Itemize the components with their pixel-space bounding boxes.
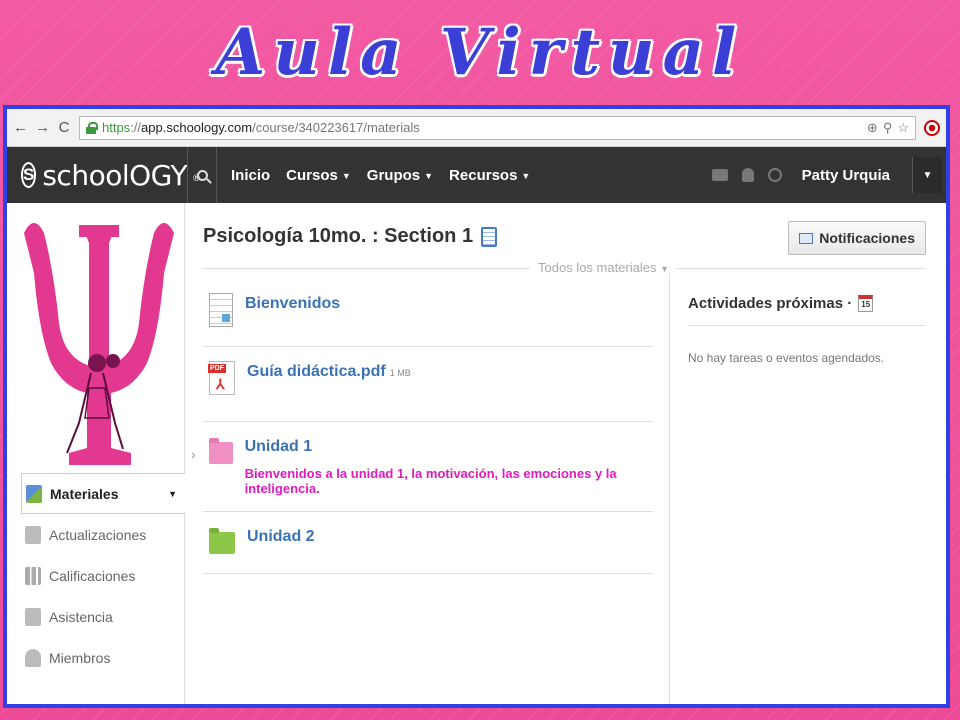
list-item: › Unidad 1 Bienvenidos a la unidad 1, la… xyxy=(191,422,653,512)
grades-icon xyxy=(25,566,41,585)
user-name[interactable]: Patty Urquia xyxy=(802,167,890,184)
folder-description: Bienvenidos a la unidad 1, la motivación… xyxy=(244,466,617,496)
list-item: Unidad 2 xyxy=(203,512,653,574)
nav-grupos[interactable]: Grupos ▼ xyxy=(367,167,433,184)
zoom-icon[interactable]: ⊕ xyxy=(867,120,878,136)
updates-icon xyxy=(25,525,41,544)
course-title-text: Psicología 10mo. : Section 1 xyxy=(203,225,474,247)
back-arrow-icon[interactable]: ← xyxy=(13,119,28,136)
header-right: Patty Urquia ▼ xyxy=(711,157,946,193)
upcoming-heading: Actividades próximas · 15 xyxy=(688,295,874,312)
forward-arrow-icon[interactable]: → xyxy=(35,119,50,136)
calendar-icon[interactable]: 15 xyxy=(858,295,874,312)
screenshot-frame: ← → C https://app.schoology.com/course/3… xyxy=(3,105,950,708)
sidebar-menu: Materiales ▼ Actualizaciones Calificacio… xyxy=(21,473,185,678)
logo-text: schoolOGY xyxy=(42,158,188,192)
upcoming-title: Actividades próximas · xyxy=(688,295,853,312)
sidebar-item-actualizaciones[interactable]: Actualizaciones xyxy=(21,514,183,555)
material-link[interactable]: Bienvenidos xyxy=(245,295,340,313)
user-menu-button[interactable]: ▼ xyxy=(912,157,942,193)
materials-list: Bienvenidos PDF ⅄ Guía didáctica.pdf 1 MB … xyxy=(191,279,653,574)
main-panel: Psicología 10mo. : Section 1 Notificacio… xyxy=(185,203,946,704)
pdf-icon: PDF ⅄ xyxy=(208,361,235,395)
material-link[interactable]: Unidad 2 xyxy=(247,528,315,546)
chevron-down-icon: ▼ xyxy=(424,170,434,181)
sidebar-item-miembros[interactable]: Miembros xyxy=(21,637,183,678)
upcoming-empty-text: No hay tareas o eventos agendados. xyxy=(688,351,885,365)
nav-inicio-label: Inicio xyxy=(231,166,271,184)
nav-cursos[interactable]: Cursos ▼ xyxy=(286,167,351,184)
folder-icon xyxy=(209,528,235,554)
nav-grupos-label: Grupos xyxy=(366,166,421,184)
material-link[interactable]: Unidad 1 xyxy=(245,438,653,456)
sidebar-item-label: Materiales xyxy=(50,485,119,502)
star-icon[interactable]: ☆ xyxy=(897,120,909,136)
url-path: /course/340223617/materials xyxy=(252,120,420,135)
url-host: app.schoology.com xyxy=(141,120,253,135)
mail-icon xyxy=(799,232,814,244)
logo-s-icon: S xyxy=(21,162,37,188)
list-item: PDF ⅄ Guía didáctica.pdf 1 MB xyxy=(203,347,653,422)
schoology-logo[interactable]: S schoolOGY ® xyxy=(7,158,200,192)
address-bar[interactable]: https://app.schoology.com/course/3402236… xyxy=(79,115,916,140)
pin-icon[interactable]: ⚲ xyxy=(883,120,893,136)
members-icon xyxy=(25,648,41,667)
search-button[interactable] xyxy=(187,147,217,203)
sidebar-item-label: Asistencia xyxy=(49,608,113,625)
attendance-icon xyxy=(25,607,41,626)
lock-icon xyxy=(86,121,98,134)
list-item: Bienvenidos xyxy=(203,279,653,347)
sidebar: Materiales ▼ Actualizaciones Calificacio… xyxy=(7,203,185,704)
reload-icon[interactable]: C xyxy=(57,119,71,136)
notifications-label: Notificaciones xyxy=(819,230,915,246)
file-size: 1 MB xyxy=(389,368,411,378)
nav-recursos-label: Recursos xyxy=(449,166,518,184)
chevron-down-icon: ▼ xyxy=(521,170,531,181)
requests-icon[interactable] xyxy=(741,168,754,182)
main-nav: Inicio Cursos ▼ Grupos ▼ Recursos ▼ xyxy=(231,167,530,184)
notifications-button[interactable]: Notificaciones xyxy=(788,221,926,255)
upcoming-panel: Actividades próximas · 15 No hay tareas … xyxy=(669,273,946,704)
chevron-down-icon: ▼ xyxy=(341,170,351,181)
nav-recursos[interactable]: Recursos ▼ xyxy=(449,167,530,184)
materials-filter[interactable]: Todos los materiales ▼ xyxy=(530,260,678,275)
psi-logo-image xyxy=(24,223,174,465)
sidebar-item-label: Actualizaciones xyxy=(49,526,147,543)
divider xyxy=(688,325,926,326)
chevron-down-icon[interactable]: ▼ xyxy=(168,489,177,499)
search-icon xyxy=(196,169,208,181)
slide-title: Aula Virtual xyxy=(215,15,745,90)
nav-cursos-label: Cursos xyxy=(286,166,338,184)
page-title: Psicología 10mo. : Section 1 xyxy=(203,225,498,248)
messages-icon[interactable] xyxy=(711,169,728,181)
app-header: S schoolOGY ® Inicio Cursos ▼ Grupos ▼ Recu… xyxy=(7,147,946,203)
document-icon xyxy=(209,293,233,327)
material-link[interactable]: Guía didáctica.pdf 1 MB xyxy=(247,363,411,381)
sidebar-item-label: Miembros xyxy=(49,649,111,666)
sidebar-item-asistencia[interactable]: Asistencia xyxy=(21,596,183,637)
filter-label: Todos los materiales xyxy=(538,260,657,275)
material-title: Guía didáctica.pdf xyxy=(247,363,386,380)
folder-icon xyxy=(209,438,233,464)
chevron-right-icon[interactable]: › xyxy=(191,446,196,462)
page-content: Materiales ▼ Actualizaciones Calificacio… xyxy=(7,203,946,704)
sidebar-item-materiales[interactable]: Materiales ▼ xyxy=(21,473,185,514)
notifications-icon[interactable] xyxy=(767,168,782,182)
notebook-icon[interactable] xyxy=(481,226,498,247)
browser-toolbar: ← → C https://app.schoology.com/course/3… xyxy=(7,109,946,147)
url-scheme: https xyxy=(102,120,131,135)
materials-icon xyxy=(26,484,42,503)
sidebar-item-label: Calificaciones xyxy=(49,567,136,584)
nav-inicio[interactable]: Inicio xyxy=(231,167,270,184)
sidebar-item-calificaciones[interactable]: Calificaciones xyxy=(21,555,183,596)
browser-menu-icon[interactable] xyxy=(924,119,940,136)
url-separator: :// xyxy=(130,120,142,135)
chevron-down-icon: ▼ xyxy=(660,264,670,274)
